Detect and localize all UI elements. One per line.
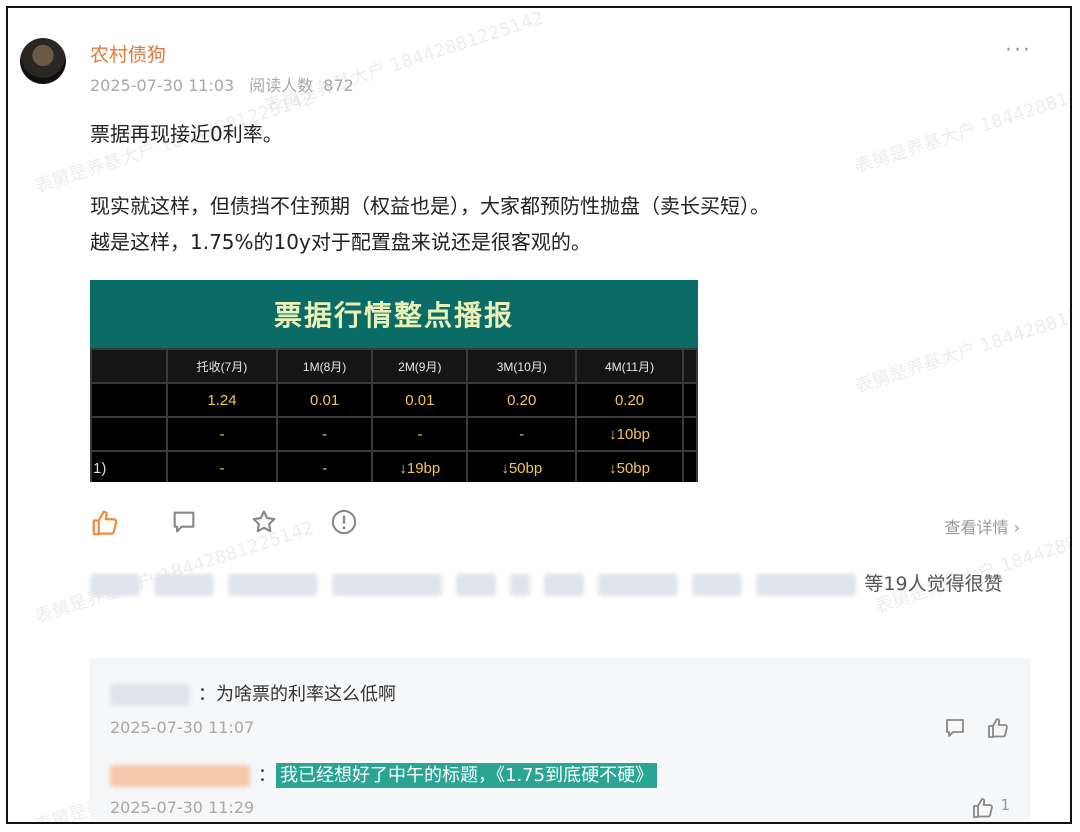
table-row: 1) - - ↓19bp ↓50bp ↓50bp	[90, 450, 698, 482]
blurred-username[interactable]	[332, 573, 443, 596]
like-icon[interactable]	[90, 508, 120, 538]
table-cell	[682, 382, 698, 418]
chevron-right-icon: ›	[1008, 518, 1020, 537]
blurred-username[interactable]	[228, 573, 319, 596]
table-cell: -	[466, 416, 578, 452]
action-bar: 查看详情 ›	[90, 508, 1030, 544]
table-cell: -	[166, 416, 278, 452]
like-icon[interactable]	[971, 796, 995, 820]
table-header-row: 托收(7月) 1M(8月) 2M(9月) 3M(10月) 4M(11月)	[90, 348, 698, 384]
blurred-username[interactable]	[756, 573, 857, 596]
read-count: 872	[323, 76, 354, 95]
table-cell: 1.24	[166, 382, 278, 418]
post-body: 票据再现接近0利率。 现实就这样，但债挡不住预期（权益也是），大家都预防性抛盘（…	[90, 116, 770, 260]
table-cell: 1M(8月)	[275, 348, 374, 384]
blurred-username[interactable]	[456, 573, 497, 596]
blurred-username[interactable]	[510, 573, 531, 596]
comment-actions	[943, 716, 1010, 744]
table-cell: 0.01	[371, 382, 469, 418]
reply-icon[interactable]	[943, 716, 967, 740]
table-cell: 1)	[90, 450, 168, 482]
table-cell: -	[166, 450, 278, 482]
table-cell: ↓10bp	[575, 416, 684, 452]
watermark: 表舅是养基大户 18442881225142	[852, 67, 1072, 178]
table-cell: 0.01	[275, 382, 374, 418]
table-cell: 2M(9月)	[371, 348, 469, 384]
table-cell: -	[275, 450, 374, 482]
star-icon[interactable]	[250, 508, 280, 538]
table-row: 1.24 0.01 0.01 0.20 0.20	[90, 382, 698, 418]
blurred-username[interactable]	[544, 573, 585, 596]
comment-actions: 1	[971, 796, 1010, 822]
comment-like-count: 1	[1000, 796, 1010, 814]
comment-section: ：为啥票的利率这么低啊 2025-07-30 11:07 ：我已经想好了中午的标…	[90, 658, 1030, 822]
post-line: 越是这样，1.75%的10y对于配置盘来说还是很客观的。	[90, 230, 591, 254]
read-count-label: 阅读人数	[249, 76, 314, 95]
table-row: - - - - ↓10bp	[90, 416, 698, 452]
comment-icon[interactable]	[170, 508, 200, 538]
post-line: 票据再现接近0利率。	[90, 122, 283, 146]
blurred-username[interactable]	[692, 573, 743, 596]
table-cell: -	[275, 416, 374, 452]
liked-by: 等19人觉得很赞	[90, 568, 1020, 600]
comment-item: ：为啥票的利率这么低啊	[110, 680, 396, 706]
comment-text: 为啥票的利率这么低啊	[216, 684, 396, 705]
table-cell: 3M(10月)	[466, 348, 578, 384]
like-icon[interactable]	[986, 716, 1010, 740]
table-cell: ↓50bp	[466, 450, 578, 482]
table-cell: 0.20	[466, 382, 578, 418]
table-cell	[90, 348, 168, 384]
blurred-username[interactable]	[154, 573, 215, 596]
post-date: 2025-07-30 11:03	[90, 76, 235, 95]
view-details-link[interactable]: 查看详情 ›	[945, 514, 1021, 538]
view-details-label: 查看详情	[944, 518, 1009, 537]
blurred-username[interactable]	[110, 684, 190, 706]
table-cell: ↓19bp	[371, 450, 469, 482]
author-name[interactable]: 农村债狗	[90, 40, 166, 67]
table-cell	[90, 416, 168, 452]
table-cell: 4M(11月)	[575, 348, 684, 384]
table-cell: ↓50bp	[575, 450, 684, 482]
watermark: 表舅是养基大户 18442881225142	[262, 7, 547, 118]
post-card: 表舅是养基大户 18442881225142 表舅是养基大户 184428812…	[6, 6, 1072, 824]
comment-time: 2025-07-30 11:07	[110, 718, 255, 737]
avatar[interactable]	[20, 38, 66, 84]
table-cell: 0.20	[575, 382, 684, 418]
table-cell	[682, 348, 698, 384]
blurred-username[interactable]	[598, 573, 679, 596]
post-line: 现实就这样，但债挡不住预期（权益也是），大家都预防性抛盘（卖长买短）。	[90, 194, 770, 218]
blurred-username[interactable]	[90, 573, 140, 596]
rates-table: 托收(7月) 1M(8月) 2M(9月) 3M(10月) 4M(11月) 1.2…	[90, 348, 698, 482]
comment-text: 我已经想好了中午的标题，《1.75到底硬不硬》	[276, 763, 658, 788]
post-image[interactable]: 票据行情整点播报 托收(7月) 1M(8月) 2M(9月) 3M(10月) 4M…	[90, 280, 698, 482]
image-title: 票据行情整点播报	[90, 280, 698, 348]
more-icon[interactable]: ···	[1005, 38, 1032, 63]
watermark: 表舅是养基大户 18442881225142	[852, 287, 1072, 398]
table-cell	[682, 416, 698, 452]
table-cell	[90, 382, 168, 418]
report-icon[interactable]	[330, 508, 360, 538]
post-meta: 2025-07-30 11:03 阅读人数 872	[90, 72, 364, 96]
comment-item: ：我已经想好了中午的标题，《1.75到底硬不硬》	[110, 761, 658, 788]
table-cell: 托收(7月)	[166, 348, 278, 384]
comment-time: 2025-07-30 11:29	[110, 798, 255, 817]
table-cell: -	[371, 416, 469, 452]
table-cell	[682, 450, 698, 482]
likes-summary: 等19人觉得很赞	[864, 573, 1003, 595]
blurred-username[interactable]	[110, 765, 250, 787]
